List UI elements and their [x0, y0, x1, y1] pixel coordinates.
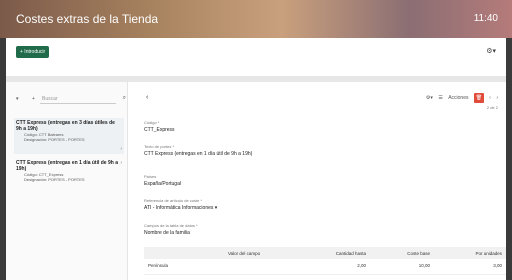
column-header: Coste base	[407, 251, 430, 256]
gear-icon[interactable]: ⚙▾	[486, 47, 496, 55]
column-header: Valor del campo	[228, 251, 261, 256]
prev-icon[interactable]: ‹	[489, 95, 491, 101]
table-header: Valor del campo Cantidad hasta Coste bas…	[144, 247, 506, 259]
list-item[interactable]: CTT Express (entregas en 3 días útiles d…	[14, 118, 124, 154]
filter-dropdown[interactable]: ▾	[16, 96, 19, 102]
field-value[interactable]: ATI - Informática Informaciones ▾	[144, 205, 217, 211]
field-value[interactable]: CTT_Express	[144, 127, 175, 133]
list-item-name: CTT Express (entregas en 1 día útil de 9…	[16, 160, 118, 172]
costs-table: Valor del campo Cantidad hasta Coste bas…	[144, 247, 506, 275]
sidebar-tools: ▾ + Buscar ⌕	[16, 94, 126, 104]
field-value[interactable]: Nombre de la familia	[144, 230, 198, 236]
table-cell: 10,00	[418, 263, 430, 268]
search-input[interactable]: Buscar	[40, 94, 116, 104]
chevron-icon: ›	[120, 160, 122, 166]
actions-label: Acciones	[448, 95, 469, 101]
table-cell: 2,00	[357, 263, 366, 268]
detail-actions: ⚙▾ ☰ Acciones 🗑 ‹ ›	[422, 93, 498, 103]
next-icon[interactable]: ›	[496, 95, 498, 101]
pager: 2 de 2	[486, 105, 498, 110]
back-button[interactable]: ‹	[146, 94, 148, 101]
search-icon[interactable]: ⌕	[123, 95, 126, 102]
gear-icon[interactable]: ⚙▾	[426, 95, 433, 101]
clock: 11:40	[473, 13, 498, 24]
field-table-fields: Campos de la tabla de datos * Nombre de …	[144, 223, 198, 236]
field-article-ref: Referencia de artículo de coste * ATI - …	[144, 198, 217, 211]
page-title: Costes extras de la Tienda	[16, 12, 159, 26]
add-control[interactable]: +	[32, 96, 35, 102]
field-label: Texto de portes *	[144, 144, 175, 149]
list-item-designation: Designación: PORTES - PORTES	[24, 137, 85, 142]
detail-panel: ‹ ⚙▾ ☰ Acciones 🗑 ‹ › 2 de 2 Código * CT…	[134, 82, 506, 280]
add-button[interactable]: + Introducir	[16, 46, 50, 58]
field-label: Campos de la tabla de datos *	[144, 223, 198, 228]
list-item-name: CTT Express (entregas en 3 días útiles d…	[16, 120, 115, 132]
toolbar: + Introducir ⚙▾	[6, 38, 506, 76]
list-item-designation: Designación: PORTES - PORTES	[24, 177, 85, 182]
main-panel: ▾ + Buscar ⌕ CTT Express (entregas en 3 …	[6, 76, 506, 280]
list-item[interactable]: CTT Express (entregas en 1 día útil de 9…	[14, 158, 124, 192]
actions-button[interactable]: ☰ Acciones	[438, 95, 468, 101]
column-header: Cantidad hasta	[335, 251, 366, 256]
field-value[interactable]: CTT Express (entregas en 1 día útil de 9…	[144, 151, 252, 157]
trash-icon[interactable]: 🗑	[473, 93, 484, 103]
table-cell: Península	[148, 263, 169, 268]
table-row[interactable]: Península 2,00 10,00 3,00	[144, 259, 506, 275]
app-header: Costes extras de la Tienda 11:40	[0, 0, 512, 38]
chevron-icon: ›	[120, 146, 122, 152]
field-label: Referencia de artículo de coste *	[144, 198, 203, 203]
table-cell: 3,00	[493, 263, 502, 268]
column-header: Por unidades	[475, 251, 502, 256]
field-countries: Países España/Portugal	[144, 174, 181, 187]
field-shipping-text: Texto de portes * CTT Express (entregas …	[144, 144, 252, 157]
field-label: Países	[144, 174, 157, 179]
sidebar: ▾ + Buscar ⌕ CTT Express (entregas en 3 …	[6, 82, 128, 280]
field-value[interactable]: España/Portugal	[144, 181, 181, 187]
field-label: Código *	[144, 120, 160, 125]
field-code: Código * CTT_Express	[144, 120, 175, 133]
